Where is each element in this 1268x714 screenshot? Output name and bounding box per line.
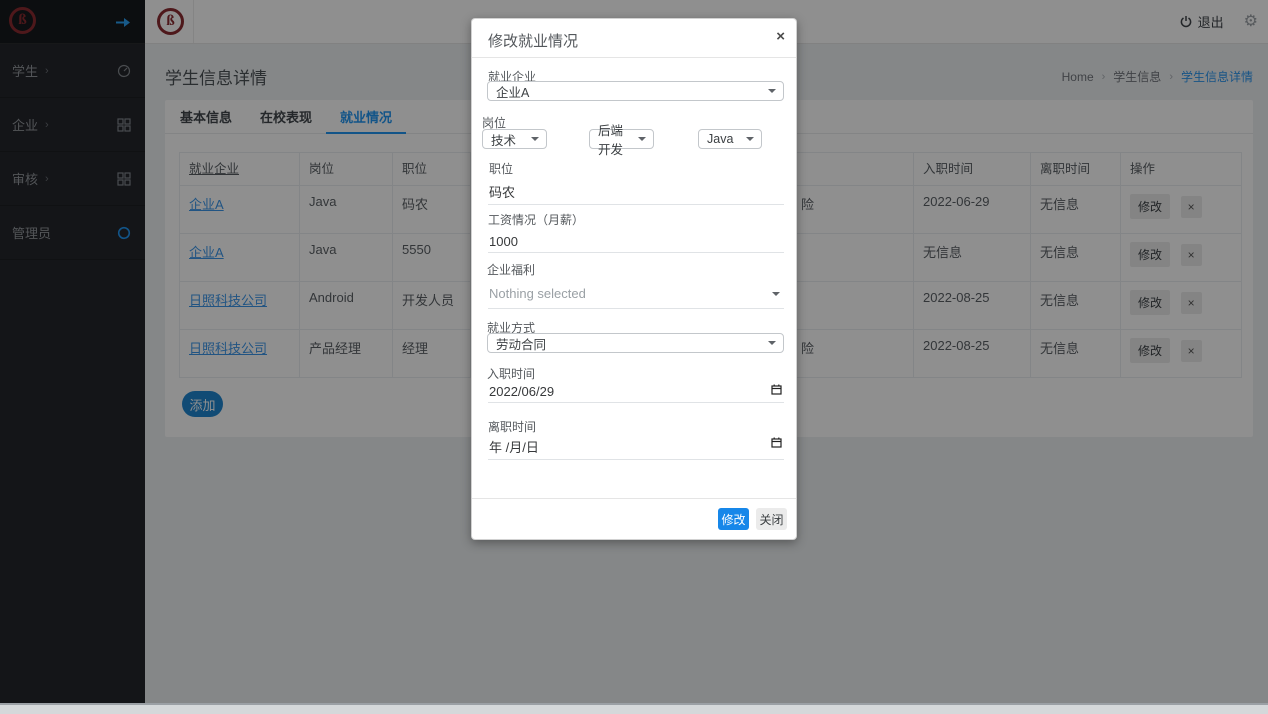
- method-select[interactable]: 劳动合同: [487, 333, 784, 353]
- entry-date-label: 入职时间: [487, 367, 536, 381]
- position-input[interactable]: 码农: [488, 179, 784, 205]
- company-select-value: 企业A: [496, 85, 530, 100]
- post-level1-value: 技术: [491, 133, 517, 148]
- leave-date-placeholder: 年 /月/日: [489, 440, 539, 455]
- benefits-select-value: Nothing selected: [489, 286, 586, 301]
- position-label: 职位: [489, 162, 514, 176]
- benefits-select[interactable]: Nothing selected: [488, 283, 784, 309]
- caret-down-icon: [772, 292, 780, 296]
- company-select[interactable]: 企业A: [487, 81, 784, 101]
- submit-button[interactable]: 修改: [718, 508, 749, 530]
- salary-input[interactable]: 1000: [488, 231, 784, 253]
- cancel-button[interactable]: 关闭: [756, 508, 787, 530]
- page-footer: [0, 703, 1268, 714]
- caret-down-icon: [746, 137, 754, 141]
- entry-date-input[interactable]: 2022/06/29: [488, 381, 784, 403]
- leave-date-label: 离职时间: [488, 420, 537, 434]
- entry-date-value: 2022/06/29: [489, 384, 555, 399]
- modal-title: 修改就业情况: [488, 33, 579, 50]
- caret-down-icon: [638, 137, 646, 141]
- close-icon[interactable]: ×: [776, 28, 785, 45]
- post-level1-select[interactable]: 技术: [482, 129, 547, 149]
- modal-footer: 修改 关闭: [472, 498, 796, 539]
- method-select-value: 劳动合同: [496, 337, 547, 352]
- calendar-icon[interactable]: [771, 384, 782, 395]
- salary-label: 工资情况（月薪）: [488, 213, 585, 227]
- modal-header: 修改就业情况 ×: [472, 19, 796, 58]
- calendar-icon[interactable]: [771, 437, 782, 448]
- edit-employment-modal: 修改就业情况 × 就业企业 企业A 岗位 技术 后端开发 Java 职位 码农 …: [471, 18, 797, 540]
- post-level2-value: 后端开发: [598, 124, 624, 157]
- benefits-label: 企业福利: [487, 263, 536, 277]
- post-level3-value: Java: [707, 132, 734, 146]
- post-level3-select[interactable]: Java: [698, 129, 762, 149]
- caret-down-icon: [768, 341, 776, 345]
- caret-down-icon: [768, 89, 776, 93]
- caret-down-icon: [531, 137, 539, 141]
- leave-date-input[interactable]: 年 /月/日: [488, 434, 784, 460]
- post-level2-select[interactable]: 后端开发: [589, 124, 654, 157]
